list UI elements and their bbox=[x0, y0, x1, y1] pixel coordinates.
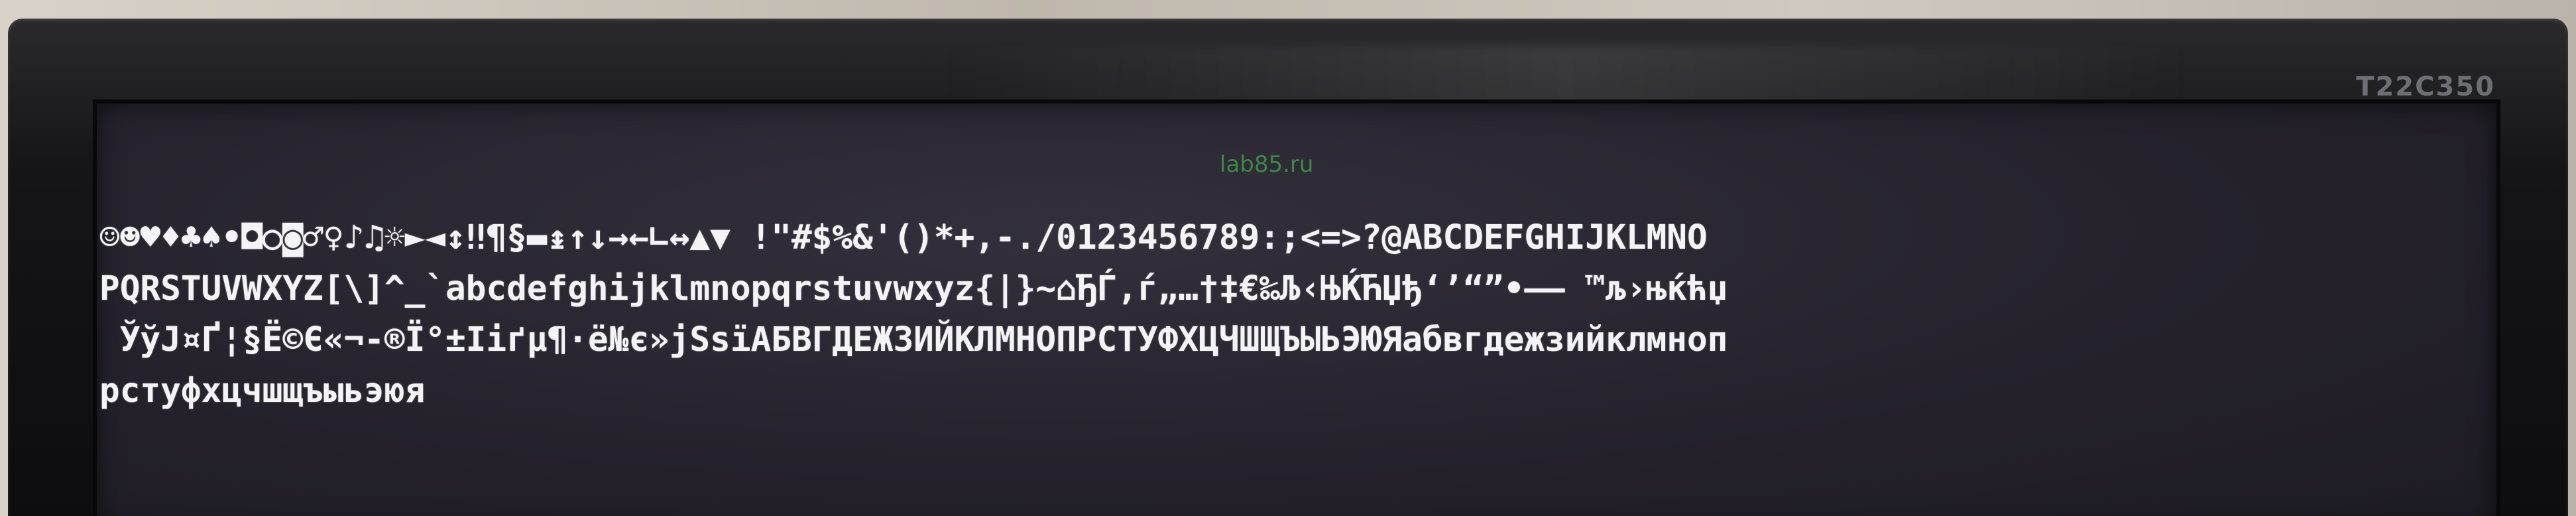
screen-text-line-1: ☺☻♥♦♣♠•◘○◙♂♀♪♫☼►◄↕‼¶§▬↨↑↓→←∟↔▲▼ !"#$%&'(… bbox=[99, 218, 1708, 257]
monitor-model-label: T22C350 bbox=[2356, 72, 2495, 102]
screen-text-line-2: PQRSTUVWXYZ[\]^_`abcdefghijklmnopqrstuvw… bbox=[99, 269, 1728, 308]
watermark-text: lab85.ru bbox=[1220, 151, 1314, 178]
character-table: ☺☻♥♦♣♠•◘○◙♂♀♪♫☼►◄↕‼¶§▬↨↑↓→←∟↔▲▼ !"#$%&'(… bbox=[99, 212, 2486, 417]
screen-text-line-3: ЎўЈ¤Ґ¦§Ё©Є«¬-®Ї°±Ііґµ¶·ё№є»јЅѕїАБВГДЕЖЗИ… bbox=[99, 320, 1728, 359]
screen-text-line-4: рстуфхцчшщъыьэюя bbox=[99, 371, 426, 411]
photo-scene: T22C350 lab85.ru ☺☻♥♦♣♠•◘○◙♂♀♪♫☼►◄↕‼¶§▬↨… bbox=[0, 0, 2576, 516]
